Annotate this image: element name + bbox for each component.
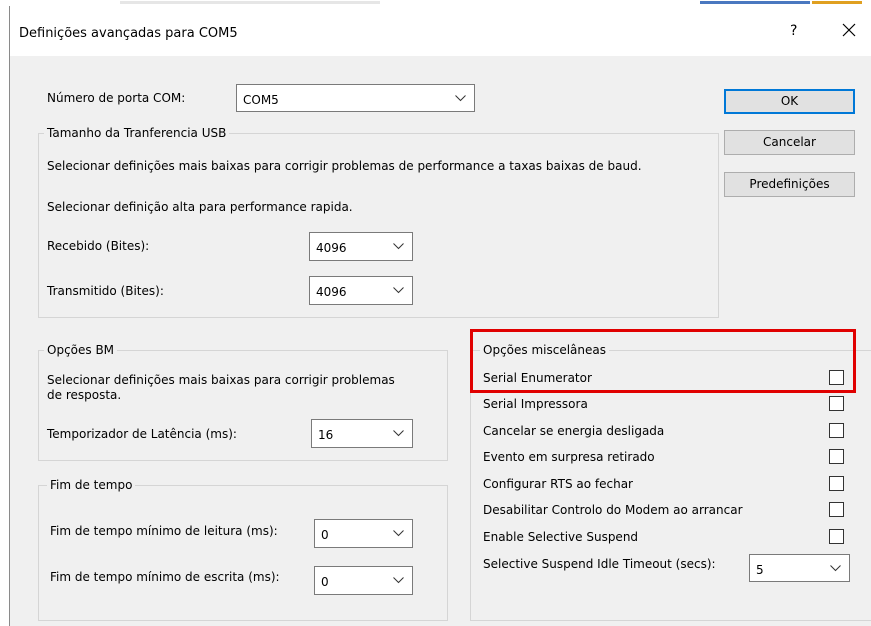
timeouts-legend: Fim de tempo xyxy=(47,477,136,493)
read-timeout-select[interactable]: 0 xyxy=(314,519,413,548)
misc-option-label: Serial Impressora xyxy=(483,397,588,411)
close-button[interactable] xyxy=(837,18,861,42)
received-value: 4096 xyxy=(316,241,347,255)
window-title: Definições avançadas para COM5 xyxy=(19,26,238,41)
chevron-down-icon xyxy=(393,243,404,250)
misc-option-label: Cancelar se energia desligada xyxy=(483,424,665,438)
highlight-annotation xyxy=(470,329,856,393)
com-port-value: COM5 xyxy=(243,93,279,107)
chevron-down-icon xyxy=(393,287,404,294)
latency-select[interactable]: 16 xyxy=(311,419,413,448)
timeouts-group xyxy=(38,485,448,621)
latency-value: 16 xyxy=(318,428,334,442)
help-button[interactable]: ? xyxy=(790,22,797,40)
bm-options-hint-2: de resposta. xyxy=(47,388,122,402)
received-label: Recebido (Bites): xyxy=(47,239,150,253)
chevron-down-icon xyxy=(455,95,466,102)
close-icon xyxy=(842,23,856,37)
chevron-down-icon xyxy=(393,577,404,584)
idle-timeout-value: 5 xyxy=(756,563,764,577)
write-timeout-label: Fim de tempo mínimo de escrita (ms): xyxy=(50,570,280,584)
received-select[interactable]: 4096 xyxy=(309,232,413,261)
bm-options-hint-1: Selecionar definições mais baixas para c… xyxy=(47,373,395,387)
misc-option-label: Evento em surpresa retirado xyxy=(483,450,655,464)
write-timeout-value: 0 xyxy=(321,575,329,589)
cancel-button[interactable]: Cancelar xyxy=(724,130,855,155)
cancel-power-off-checkbox[interactable] xyxy=(829,423,844,438)
idle-timeout-select[interactable]: 5 xyxy=(749,554,850,582)
transmitted-select[interactable]: 4096 xyxy=(309,276,413,305)
ok-button[interactable]: OK xyxy=(724,89,855,114)
disable-modem-ctrl-checkbox[interactable] xyxy=(829,502,844,517)
background-color-strip xyxy=(812,1,862,4)
set-rts-on-close-checkbox[interactable] xyxy=(829,476,844,491)
usb-transfer-legend: Tamanho da Tranferencia USB xyxy=(44,125,230,141)
idle-timeout-label: Selective Suspend Idle Timeout (secs): xyxy=(483,557,716,571)
read-timeout-value: 0 xyxy=(321,528,329,542)
com-port-select[interactable]: COM5 xyxy=(236,84,475,112)
write-timeout-select[interactable]: 0 xyxy=(314,566,413,595)
surprise-removal-checkbox[interactable] xyxy=(829,449,844,464)
com-port-label: Número de porta COM: xyxy=(47,91,186,105)
advanced-settings-dialog: Definições avançadas para COM5 ? Número … xyxy=(9,6,871,626)
chevron-down-icon xyxy=(830,565,841,572)
serial-printer-checkbox[interactable] xyxy=(829,396,844,411)
usb-transfer-hint-2: Selecionar definição alta para performan… xyxy=(47,200,353,214)
title-bar: Definições avançadas para COM5 ? xyxy=(10,6,871,56)
bm-options-legend: Opções BM xyxy=(44,342,118,358)
misc-option-label: Desabilitar Controlo do Modem ao arranca… xyxy=(483,503,743,517)
background-color-strip xyxy=(700,1,810,4)
chevron-down-icon xyxy=(393,530,404,537)
transmitted-label: Transmitido (Bites): xyxy=(47,284,164,298)
selective-suspend-checkbox[interactable] xyxy=(829,529,844,544)
chevron-down-icon xyxy=(393,430,404,437)
transmitted-value: 4096 xyxy=(316,285,347,299)
defaults-button[interactable]: Predefinições xyxy=(724,172,855,197)
latency-label: Temporizador de Latência (ms): xyxy=(47,427,237,441)
background-text-strip xyxy=(120,1,380,4)
usb-transfer-hint-1: Selecionar definições mais baixas para c… xyxy=(47,159,642,173)
read-timeout-label: Fim de tempo mínimo de leitura (ms): xyxy=(50,524,278,538)
misc-option-label: Enable Selective Suspend xyxy=(483,530,639,544)
misc-option-label: Configurar RTS ao fechar xyxy=(483,477,633,491)
